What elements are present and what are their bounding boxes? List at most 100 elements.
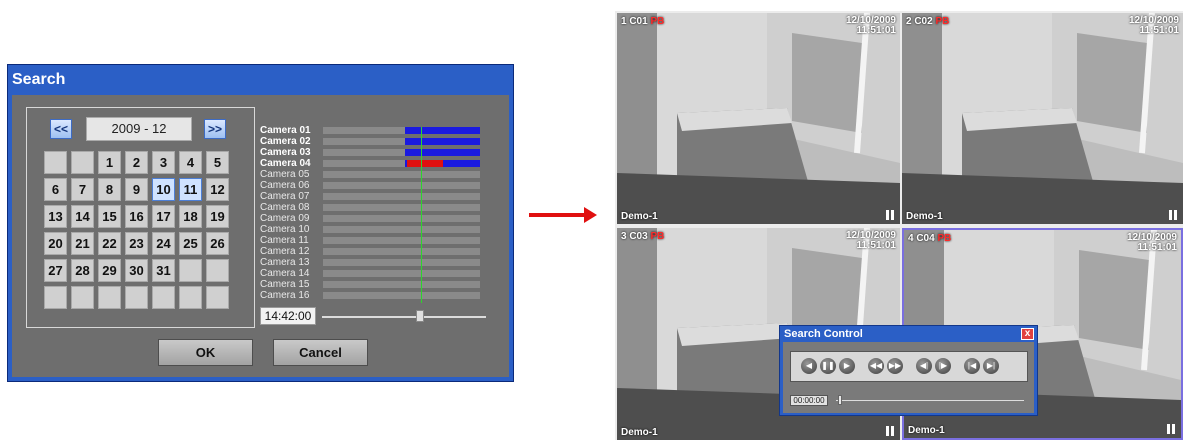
calendar-day[interactable]: 20: [44, 232, 67, 255]
timeline-bar[interactable]: [323, 127, 480, 134]
calendar-day[interactable]: 21: [71, 232, 94, 255]
calendar-day[interactable]: 12: [206, 178, 229, 201]
timeline-bar[interactable]: [323, 204, 480, 211]
calendar-day[interactable]: 25: [179, 232, 202, 255]
calendar-day-empty: [206, 259, 229, 282]
fast-forward-icon[interactable]: ▶▶: [887, 358, 903, 374]
calendar-day[interactable]: 11: [179, 178, 202, 201]
calendar-day[interactable]: 8: [98, 178, 121, 201]
calendar-day[interactable]: 29: [98, 259, 121, 282]
calendar-day[interactable]: 31: [152, 259, 175, 282]
calendar-day[interactable]: 30: [125, 259, 148, 282]
timeline-row[interactable]: Camera 07: [260, 192, 480, 202]
playback-slider-thumb[interactable]: [838, 395, 842, 405]
time-cursor: [421, 127, 422, 303]
camera-label: Camera 12: [260, 246, 310, 257]
timeline-row[interactable]: Camera 05: [260, 170, 480, 180]
calendar-day-empty: [206, 286, 229, 309]
timeline-bar[interactable]: [323, 270, 480, 277]
camera-label: Camera 03: [260, 147, 311, 158]
calendar-day[interactable]: 9: [125, 178, 148, 201]
playback-slider[interactable]: [836, 400, 1024, 401]
skip-start-icon[interactable]: |◀: [964, 358, 980, 374]
timeline-row[interactable]: Camera 13: [260, 258, 480, 268]
calendar-day[interactable]: 14: [71, 205, 94, 228]
time-slider-thumb[interactable]: [416, 310, 424, 322]
timeline-bar[interactable]: [323, 182, 480, 189]
calendar-day[interactable]: 16: [125, 205, 148, 228]
timeline-bar[interactable]: [323, 248, 480, 255]
close-icon[interactable]: x: [1021, 328, 1034, 340]
calendar-day[interactable]: 3: [152, 151, 175, 174]
timeline-row[interactable]: Camera 16: [260, 291, 480, 301]
timeline-row[interactable]: Camera 08: [260, 203, 480, 213]
timeline-bar[interactable]: [323, 292, 480, 299]
playback-buttons: ◀ ❚❚ ▶ ◀◀ ▶▶ ◀| |▶ |◀ ▶|: [790, 351, 1028, 382]
calendar-day[interactable]: 28: [71, 259, 94, 282]
calendar-day[interactable]: 27: [44, 259, 67, 282]
timeline-bar[interactable]: [323, 226, 480, 233]
play-icon[interactable]: ▶: [839, 358, 855, 374]
pause-icon: [886, 426, 894, 436]
time-slider[interactable]: [322, 316, 486, 318]
camera-label: Camera 15: [260, 279, 310, 290]
timeline-row[interactable]: Camera 15: [260, 279, 480, 290]
playback-time-field[interactable]: 00:00:00: [790, 395, 828, 406]
timeline-bar[interactable]: [323, 160, 480, 167]
calendar-day-empty: [179, 259, 202, 282]
timeline-bar[interactable]: [323, 215, 480, 222]
calendar-day[interactable]: 26: [206, 232, 229, 255]
search-control-title: Search Control: [784, 328, 863, 340]
timeline-row[interactable]: Camera 11: [260, 236, 480, 246]
site-label: Demo-1: [908, 425, 945, 436]
calendar-day[interactable]: 19: [206, 205, 229, 228]
timeline-row[interactable]: Camera 09: [260, 214, 480, 224]
timeline-row[interactable]: Camera 10: [260, 225, 480, 235]
calendar-day[interactable]: 10: [152, 178, 175, 201]
camera-timestamp: 12/10/2009 11:51:01: [1128, 15, 1179, 36]
step-back-icon[interactable]: ◀|: [916, 358, 932, 374]
step-forward-icon[interactable]: |▶: [935, 358, 951, 374]
calendar-day[interactable]: 2: [125, 151, 148, 174]
next-month-button[interactable]: >>: [204, 119, 226, 139]
timeline-row[interactable]: Camera 12: [260, 246, 480, 257]
calendar-day[interactable]: 5: [206, 151, 229, 174]
camera-view-1[interactable]: 1 C01 PB 12/10/2009 11:51:01 Demo-1: [617, 13, 900, 224]
timeline-row[interactable]: Camera 02: [260, 137, 480, 147]
timeline-row[interactable]: Camera 03: [260, 147, 480, 158]
calendar-day[interactable]: 1: [98, 151, 121, 174]
reverse-play-icon[interactable]: ◀: [801, 358, 817, 374]
cancel-button[interactable]: Cancel: [273, 339, 368, 366]
timeline-bar[interactable]: [323, 138, 480, 145]
timeline-row[interactable]: Camera 06: [260, 181, 480, 191]
calendar-day[interactable]: 24: [152, 232, 175, 255]
timeline-bar[interactable]: [323, 149, 480, 156]
calendar-day[interactable]: 17: [152, 205, 175, 228]
timeline-row[interactable]: Camera 04: [260, 159, 480, 169]
calendar-day[interactable]: 22: [98, 232, 121, 255]
calendar-day[interactable]: 7: [71, 178, 94, 201]
calendar-day[interactable]: 23: [125, 232, 148, 255]
calendar-day[interactable]: 18: [179, 205, 202, 228]
calendar-day[interactable]: 15: [98, 205, 121, 228]
ok-button[interactable]: OK: [158, 339, 253, 366]
timeline-bar[interactable]: [323, 259, 480, 266]
timeline-row[interactable]: Camera 01: [260, 126, 480, 136]
timeline-bar[interactable]: [323, 281, 480, 288]
timeline-bar[interactable]: [323, 193, 480, 200]
fast-rewind-icon[interactable]: ◀◀: [868, 358, 884, 374]
camera-view-2[interactable]: 2 C02 PB 12/10/2009 11:51:01 Demo-1: [902, 13, 1183, 224]
calendar-day[interactable]: 13: [44, 205, 67, 228]
calendar-day[interactable]: 6: [44, 178, 67, 201]
timeline-bar[interactable]: [323, 171, 480, 178]
calendar-day[interactable]: 4: [179, 151, 202, 174]
prev-month-button[interactable]: <<: [50, 119, 72, 139]
timeline-bar[interactable]: [323, 237, 480, 244]
site-label: Demo-1: [621, 211, 658, 222]
camera-label: 2 C02 PB: [906, 16, 950, 27]
timeline-row[interactable]: Camera 14: [260, 269, 480, 279]
skip-end-icon[interactable]: ▶|: [983, 358, 999, 374]
time-field[interactable]: 14:42:00: [260, 307, 316, 325]
pause-icon: [1167, 424, 1175, 434]
pause-icon[interactable]: ❚❚: [820, 358, 836, 374]
